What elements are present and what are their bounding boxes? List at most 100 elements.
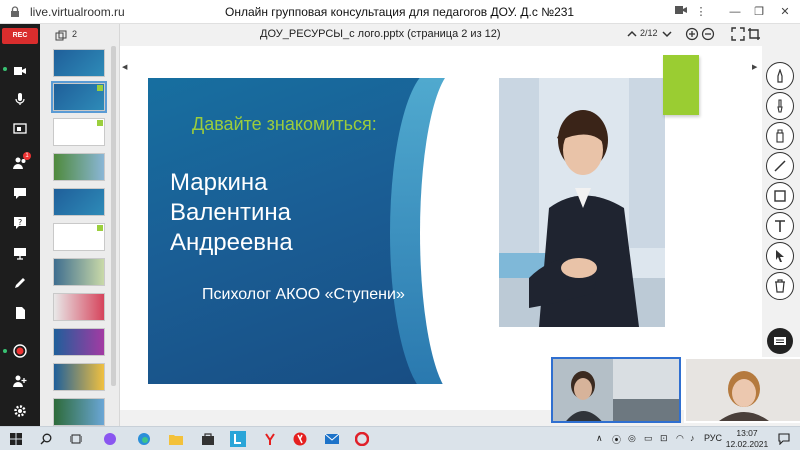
slide-thumbnail-5[interactable] bbox=[53, 188, 105, 216]
slide-greeting: Давайте знакомиться: bbox=[192, 114, 377, 134]
windows-start-icon[interactable] bbox=[8, 431, 24, 447]
tray-app-icon[interactable]: ⦿ bbox=[612, 433, 621, 446]
slide-thumbnail-8[interactable] bbox=[53, 293, 105, 321]
presentation-icon bbox=[14, 248, 26, 260]
fullscreen-icon[interactable] bbox=[731, 27, 745, 41]
questions-button[interactable]: ? bbox=[8, 212, 32, 234]
system-clock[interactable]: 13:07 12.02.2021 bbox=[725, 428, 769, 450]
slide-thumbnail-2[interactable] bbox=[51, 81, 107, 113]
camera-status-dot bbox=[3, 67, 7, 71]
edge-browser-icon[interactable] bbox=[136, 431, 152, 447]
battery-icon[interactable]: ▭ bbox=[644, 433, 653, 444]
more-icon[interactable]: ⋮ bbox=[692, 4, 710, 20]
screen-share-button[interactable] bbox=[8, 118, 32, 140]
chevron-left-icon[interactable]: ◀ bbox=[122, 63, 127, 71]
restore-icon[interactable]: ❐ bbox=[750, 4, 768, 20]
yandex-icon[interactable] bbox=[292, 431, 308, 447]
slide-thumbnail-3[interactable] bbox=[53, 118, 105, 146]
microphone-icon bbox=[15, 93, 25, 105]
slide-thumbnail-9[interactable] bbox=[53, 328, 105, 356]
highlighter-icon bbox=[776, 129, 784, 143]
close-icon[interactable]: ✕ bbox=[776, 4, 794, 20]
brush-icon bbox=[777, 99, 783, 113]
rectangle-tool[interactable] bbox=[766, 182, 794, 210]
chevron-up-icon[interactable] bbox=[625, 27, 639, 41]
notifications-icon[interactable] bbox=[776, 431, 792, 447]
gear-icon bbox=[14, 405, 26, 417]
slide-thumbnail-4[interactable] bbox=[53, 153, 105, 181]
screen-share-icon bbox=[13, 123, 27, 134]
volume-icon[interactable]: ♪ bbox=[690, 433, 695, 443]
question-icon: ? bbox=[14, 217, 26, 229]
slide-stage: ◀ ▶ Давайте знакомиться: Маркина Валенти… bbox=[120, 46, 762, 410]
page-indicator: 2/12 bbox=[640, 28, 658, 38]
thumbnails-header: 2 bbox=[40, 28, 120, 44]
keyboard-icon bbox=[774, 337, 786, 345]
line-tool[interactable] bbox=[766, 152, 794, 180]
svg-text:?: ? bbox=[18, 218, 22, 227]
mail-icon[interactable] bbox=[324, 431, 340, 447]
copy-icon[interactable] bbox=[55, 30, 67, 42]
slides-thumbnail-panel: 2 bbox=[40, 24, 120, 426]
presenter-name: Маркина Валентина Андреевна bbox=[170, 168, 293, 258]
clock-date: 12.02.2021 bbox=[725, 439, 769, 449]
alice-assistant-icon[interactable] bbox=[102, 431, 118, 447]
file-explorer-icon[interactable] bbox=[168, 431, 184, 447]
participant-video-2[interactable] bbox=[684, 357, 800, 423]
camera-icon[interactable] bbox=[672, 4, 690, 20]
slide-thumbnail-6[interactable] bbox=[53, 223, 105, 251]
wifi-icon[interactable]: ◠ bbox=[676, 433, 684, 444]
slide-thumbnail-10[interactable] bbox=[53, 363, 105, 391]
microphone-button[interactable] bbox=[8, 88, 32, 110]
search-icon[interactable] bbox=[38, 431, 54, 447]
pointer-tool[interactable] bbox=[766, 242, 794, 270]
clear-tool[interactable] bbox=[766, 272, 794, 300]
task-view-icon[interactable] bbox=[68, 431, 84, 447]
thumb-accent bbox=[97, 120, 103, 126]
thumbnails-scrollbar[interactable] bbox=[111, 46, 116, 386]
minimize-icon[interactable]: — bbox=[726, 4, 744, 20]
chat-overlay-button[interactable] bbox=[767, 328, 793, 354]
tray-sync-icon[interactable]: ◎ bbox=[628, 433, 636, 444]
rec-button[interactable]: REC bbox=[2, 28, 38, 44]
thumb-accent bbox=[97, 85, 103, 91]
highlighter-tool[interactable] bbox=[766, 122, 794, 150]
app-l-icon[interactable] bbox=[230, 431, 246, 447]
language-indicator[interactable]: РУС bbox=[704, 433, 722, 443]
chevron-down-icon[interactable] bbox=[660, 27, 674, 41]
pencil-icon bbox=[15, 278, 25, 288]
chat-button[interactable] bbox=[8, 182, 32, 204]
presentation-button[interactable] bbox=[8, 242, 32, 264]
cursor-icon bbox=[776, 250, 784, 262]
left-sidebar: REC 1 ? bbox=[0, 24, 40, 426]
yandex-browser-icon[interactable] bbox=[262, 431, 278, 447]
marker-icon bbox=[777, 69, 783, 83]
camera-button[interactable] bbox=[8, 60, 32, 82]
opera-icon[interactable] bbox=[354, 431, 370, 447]
thumb-accent bbox=[97, 225, 103, 231]
marker-tool[interactable] bbox=[766, 62, 794, 90]
tray-chevron-up-icon[interactable]: ∧ bbox=[596, 433, 603, 444]
brush-tool[interactable] bbox=[766, 92, 794, 120]
network-icon[interactable]: ⊡ bbox=[660, 433, 668, 444]
green-accent-square bbox=[663, 55, 699, 115]
presenter-photo bbox=[499, 78, 665, 327]
slide-thumbnail-1[interactable] bbox=[53, 49, 105, 77]
zoom-out-icon[interactable] bbox=[701, 27, 715, 41]
lock-icon bbox=[11, 6, 19, 17]
participant-video-1[interactable] bbox=[551, 357, 681, 423]
slide-thumbnail-7[interactable] bbox=[53, 258, 105, 286]
text-tool[interactable] bbox=[766, 212, 794, 240]
url-text[interactable]: live.virtualroom.ru bbox=[30, 5, 125, 19]
files-button[interactable] bbox=[8, 302, 32, 324]
crop-icon[interactable] bbox=[747, 27, 761, 41]
chevron-right-icon[interactable]: ▶ bbox=[752, 63, 757, 71]
settings-button[interactable] bbox=[8, 400, 32, 422]
participants-button[interactable]: 1 bbox=[8, 152, 32, 174]
slide-thumbnail-11[interactable] bbox=[53, 398, 105, 426]
invite-button[interactable] bbox=[8, 370, 32, 392]
draw-button[interactable] bbox=[8, 272, 32, 294]
zoom-in-icon[interactable] bbox=[685, 27, 699, 41]
store-icon[interactable] bbox=[200, 431, 216, 447]
record-button[interactable] bbox=[8, 340, 32, 362]
